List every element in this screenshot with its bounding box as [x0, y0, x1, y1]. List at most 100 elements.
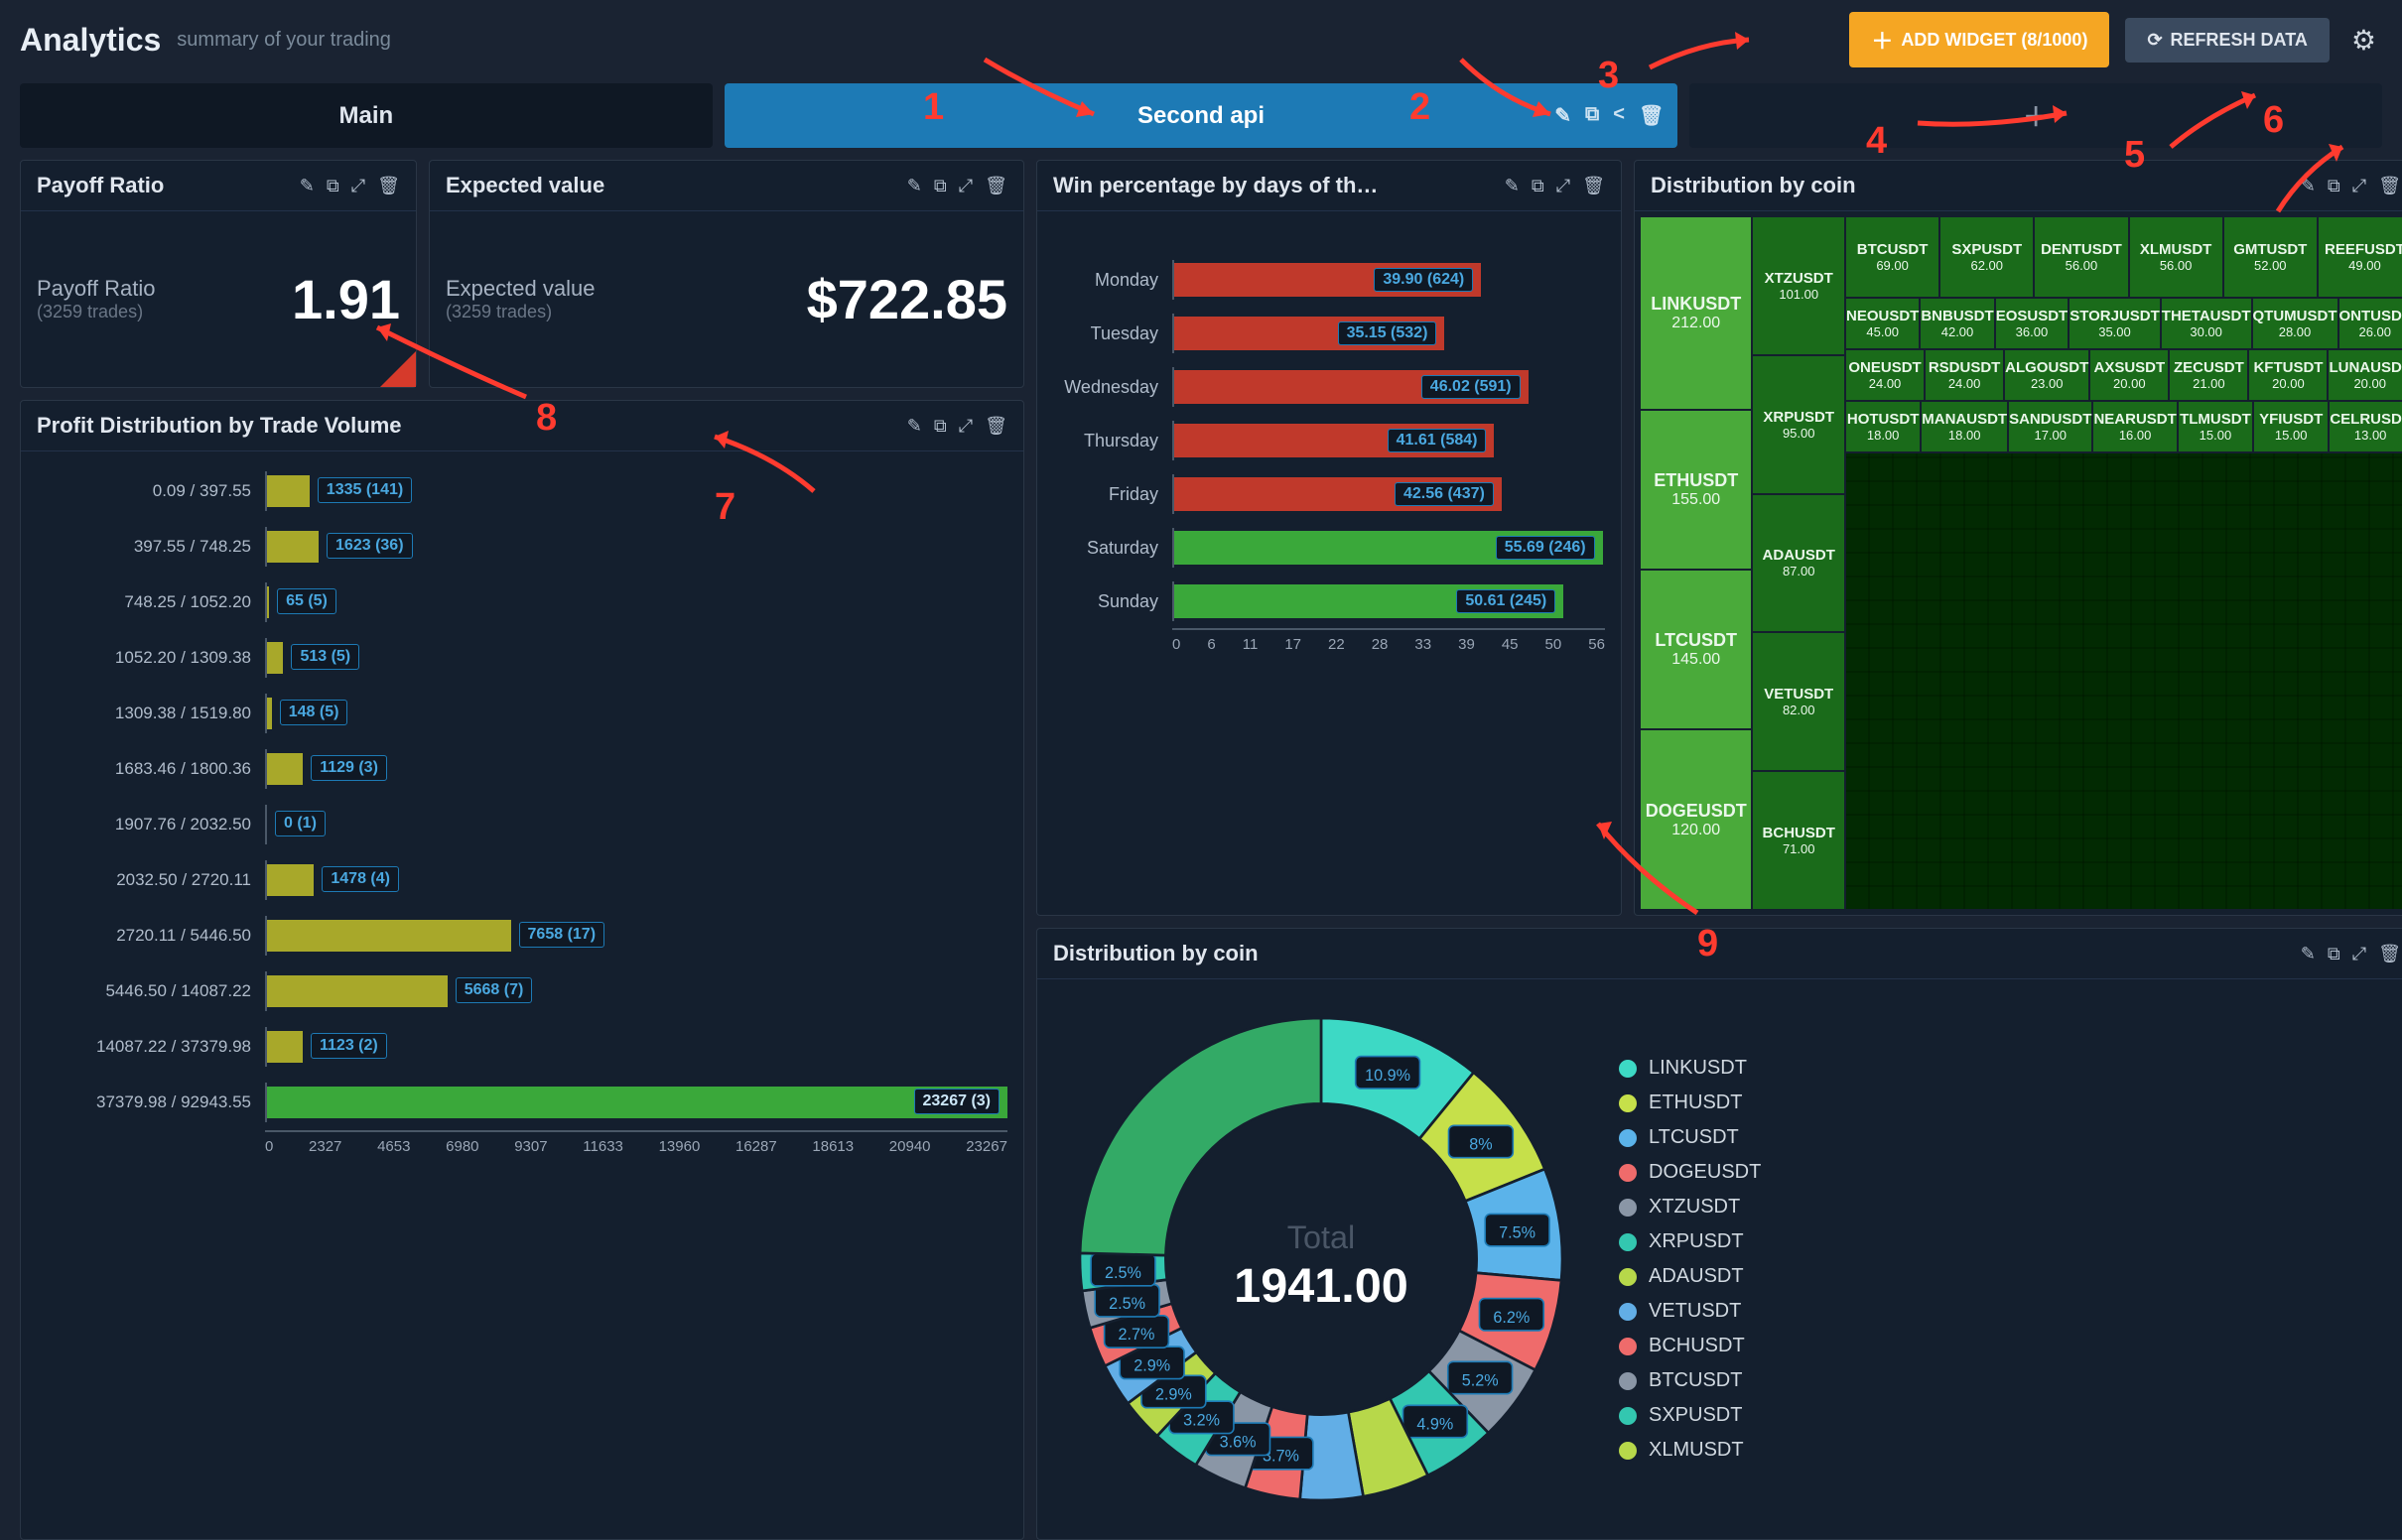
duplicate-icon[interactable]: ⧉ — [2328, 176, 2340, 196]
kpi-label: Expected value — [446, 276, 595, 302]
legend-item[interactable]: LTCUSDT — [1619, 1126, 1761, 1149]
x-tick: 6 — [1207, 636, 1215, 653]
donut-slice[interactable] — [1080, 1018, 1321, 1255]
chart-bar-row: 5446.50 / 14087.22 5668 (7) — [37, 963, 1007, 1019]
treemap-cell[interactable]: NEOUSDT45.00 — [1846, 299, 1919, 348]
legend-item[interactable]: XRPUSDT — [1619, 1230, 1761, 1253]
duplicate-icon[interactable]: ⧉ — [1532, 176, 1544, 196]
expand-icon[interactable]: ⤢ — [2352, 944, 2366, 964]
resize-handle-icon[interactable] — [380, 351, 416, 387]
treemap-cell[interactable]: VETUSDT82.00 — [1753, 633, 1844, 770]
treemap-cell[interactable]: GMTUSDT52.00 — [2224, 217, 2317, 297]
treemap-cell[interactable]: ETHUSDT155.00 — [1641, 411, 1751, 569]
duplicate-icon[interactable]: ⧉ — [327, 176, 339, 196]
expand-icon[interactable]: ⤢ — [351, 176, 365, 196]
bar-category-label: 1309.38 / 1519.80 — [37, 704, 265, 723]
treemap-cell[interactable]: XRPUSDT95.00 — [1753, 356, 1844, 493]
bar-value-label: 1335 (141) — [318, 477, 412, 503]
treemap-cell[interactable]: BCHUSDT71.00 — [1753, 772, 1844, 909]
legend-item[interactable]: BCHUSDT — [1619, 1335, 1761, 1357]
tab-delete-icon[interactable]: 🗑 — [1639, 103, 1664, 128]
duplicate-icon[interactable]: ⧉ — [2328, 944, 2340, 964]
treemap-cell[interactable]: YFIUSDT15.00 — [2254, 402, 2328, 451]
treemap-cell[interactable]: KFTUSDT20.00 — [2249, 350, 2327, 400]
kpi-sub: (3259 trades) — [37, 302, 155, 322]
treemap-cell[interactable]: BTCUSDT69.00 — [1846, 217, 1938, 297]
treemap-cell[interactable]: XTZUSDT101.00 — [1753, 217, 1844, 354]
card-title: Profit Distribution by Trade Volume — [37, 413, 907, 439]
chart-bar-row: 1907.76 / 2032.50 0 (1) — [37, 797, 1007, 852]
add-widget-button[interactable]: ＋ ADD WIDGET (8/1000) — [1849, 12, 2109, 67]
treemap-cell[interactable]: ONEUSDT24.00 — [1846, 350, 1924, 400]
treemap-cell[interactable]: STORJUSDT35.00 — [2069, 299, 2160, 348]
treemap-cell[interactable]: LINKUSDT212.00 — [1641, 217, 1751, 409]
edit-icon[interactable]: ✎ — [907, 176, 922, 196]
edit-icon[interactable]: ✎ — [1505, 176, 1520, 196]
tab-share-icon[interactable]: < — [1613, 103, 1625, 128]
treemap-cell[interactable]: QTUMUSDT28.00 — [2253, 299, 2337, 348]
treemap-cell[interactable]: SXPUSDT62.00 — [1940, 217, 2033, 297]
slice-pct-label: 3.2% — [1183, 1411, 1220, 1429]
treemap-cell[interactable]: ONTUSDT26.00 — [2339, 299, 2402, 348]
settings-gear-icon[interactable]: ⚙ — [2345, 18, 2382, 63]
treemap-cell[interactable]: LUNAUSDT20.00 — [2329, 350, 2402, 400]
treemap-cell[interactable]: SANDUSDT17.00 — [2009, 402, 2091, 451]
treemap-cell[interactable]: MANAUSDT18.00 — [1922, 402, 2007, 451]
treemap-cell[interactable]: NEARUSDT16.00 — [2093, 402, 2176, 451]
treemap-cell[interactable]: ALGOUSDT23.00 — [2005, 350, 2088, 400]
legend-swatch — [1619, 1199, 1637, 1217]
delete-icon[interactable]: 🗑 — [985, 416, 1007, 437]
treemap-cell[interactable]: HOTUSDT18.00 — [1846, 402, 1920, 451]
chart-bar-row: 748.25 / 1052.20 65 (5) — [37, 575, 1007, 630]
edit-icon[interactable]: ✎ — [2301, 176, 2316, 196]
delete-icon[interactable]: 🗑 — [2378, 176, 2401, 196]
legend-item[interactable]: XLMUSDT — [1619, 1439, 1761, 1462]
treemap-cell[interactable]: ZECUSDT21.00 — [2170, 350, 2247, 400]
edit-icon[interactable]: ✎ — [907, 416, 922, 437]
expand-icon[interactable]: ⤢ — [2352, 176, 2366, 196]
edit-icon[interactable]: ✎ — [300, 176, 315, 196]
expand-icon[interactable]: ⤢ — [1556, 176, 1570, 196]
treemap-cell[interactable]: LTCUSDT145.00 — [1641, 571, 1751, 728]
legend-item[interactable]: SXPUSDT — [1619, 1404, 1761, 1427]
treemap-cell[interactable]: BNBUSDT42.00 — [1921, 299, 1993, 348]
treemap-cell[interactable]: EOSUSDT36.00 — [1996, 299, 2068, 348]
x-tick: 13960 — [659, 1138, 701, 1155]
treemap-cell[interactable]: RSDUSDT24.00 — [1926, 350, 2003, 400]
legend-item[interactable]: XTZUSDT — [1619, 1196, 1761, 1219]
treemap-cell[interactable]: ADAUSDT87.00 — [1753, 495, 1844, 632]
treemap-cell[interactable]: TLMUSDT15.00 — [2179, 402, 2252, 451]
duplicate-icon[interactable]: ⧉ — [934, 176, 947, 196]
refresh-data-button[interactable]: ⟳ REFRESH DATA — [2125, 18, 2329, 63]
tab-second-api[interactable]: Second api ✎ ⧉ < 🗑 — [725, 83, 1678, 148]
delete-icon[interactable]: 🗑 — [2378, 944, 2401, 964]
treemap-cell[interactable]: REEFUSDT49.00 — [2319, 217, 2402, 297]
legend-item[interactable]: LINKUSDT — [1619, 1057, 1761, 1080]
refresh-icon: ⟳ — [2147, 30, 2162, 51]
delete-icon[interactable]: 🗑 — [985, 176, 1007, 196]
duplicate-icon[interactable]: ⧉ — [934, 416, 947, 437]
delete-icon[interactable]: 🗑 — [377, 176, 400, 196]
x-tick: 17 — [1284, 636, 1301, 653]
delete-icon[interactable]: 🗑 — [1582, 176, 1605, 196]
legend-item[interactable]: ETHUSDT — [1619, 1091, 1761, 1114]
treemap-cell[interactable]: THETAUSDT30.00 — [2162, 299, 2251, 348]
legend-item[interactable]: VETUSDT — [1619, 1300, 1761, 1323]
treemap-cell[interactable]: XLMUSDT56.00 — [2130, 217, 2222, 297]
slice-pct-label: 6.2% — [1493, 1309, 1530, 1327]
treemap-cell[interactable]: DOGEUSDT120.00 — [1641, 730, 1751, 909]
expand-icon[interactable]: ⤢ — [959, 416, 973, 437]
edit-icon[interactable]: ✎ — [2301, 944, 2316, 964]
tab-add[interactable]: ＋ — [1689, 83, 2382, 148]
tab-main[interactable]: Main — [20, 83, 713, 148]
legend-swatch — [1619, 1060, 1637, 1078]
treemap-cell[interactable]: DENTUSDT56.00 — [2035, 217, 2127, 297]
treemap-cell[interactable]: CELRUSDT13.00 — [2330, 402, 2402, 451]
legend-item[interactable]: BTCUSDT — [1619, 1369, 1761, 1392]
legend-item[interactable]: ADAUSDT — [1619, 1265, 1761, 1288]
tab-edit-icon[interactable]: ✎ — [1554, 103, 1571, 128]
treemap-cell[interactable]: AXSUSDT20.00 — [2090, 350, 2168, 400]
expand-icon[interactable]: ⤢ — [959, 176, 973, 196]
legend-item[interactable]: DOGEUSDT — [1619, 1161, 1761, 1184]
tab-duplicate-icon[interactable]: ⧉ — [1585, 103, 1599, 128]
